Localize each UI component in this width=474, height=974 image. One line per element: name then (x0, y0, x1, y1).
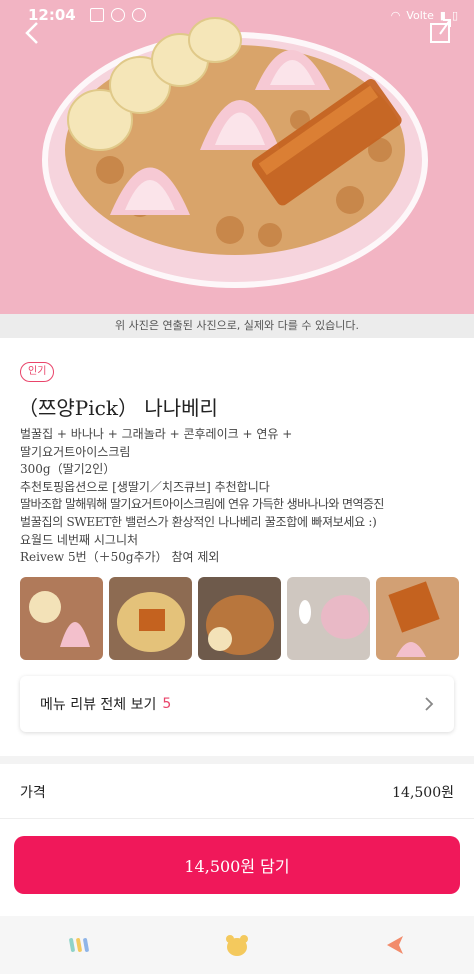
product-description: 벌꿀집 + 바나나 + 그래놀라 + 콘후레이크 + 연유 + 딸기요거트아이스… (20, 426, 460, 567)
bear-icon[interactable] (223, 931, 251, 959)
menu-bars-icon[interactable] (65, 931, 93, 959)
description-line: 요월드 네번째 시그니처 (20, 532, 139, 547)
review-photo-strip (20, 577, 459, 660)
menu-review-link[interactable]: 메뉴 리뷰 전체 보기 5 (20, 676, 454, 732)
description-line: 딸바조합 말해뭐해 딸기요거트아이스크림에 연유 가득한 생바나나와 면역증진 (20, 497, 384, 512)
bottom-navigation (0, 916, 474, 974)
review-photo-thumbnail[interactable] (20, 577, 103, 660)
status-bar: 12:04 ◠ Volte ▮ ▯ (0, 0, 474, 30)
alarm-icon (131, 8, 146, 22)
review-link-label: 메뉴 리뷰 전체 보기 (40, 697, 157, 713)
section-divider (0, 756, 474, 764)
back-arrow-icon[interactable] (18, 18, 48, 48)
description-line: 추천토핑옵션으로 [생딸기／치즈큐브] 추천합니다 (20, 479, 270, 494)
price-label: 가격 (20, 785, 46, 801)
review-photo-thumbnail[interactable] (376, 577, 459, 660)
description-line: 딸기요거트아이스크림 (20, 444, 131, 459)
acai-bowl-illustration (0, 0, 474, 314)
photo-disclaimer: 위 사진은 연출된 사진으로, 실제와 다를 수 있습니다. (0, 314, 474, 338)
arrow-left-icon[interactable] (381, 931, 409, 959)
product-hero-image: 12:04 ◠ Volte ▮ ▯ (0, 0, 474, 314)
product-title: （쯔양Pick） 나나베리 (18, 396, 218, 420)
talk-icon (110, 8, 125, 22)
review-photo-thumbnail[interactable] (109, 577, 192, 660)
add-to-cart-button[interactable]: 14,500원 담기 (14, 836, 460, 894)
price-separator (0, 818, 474, 819)
gallery-icon (89, 8, 104, 22)
description-line: Reivew 5번（＋50g추가） 참여 제외 (20, 550, 220, 565)
price-value: 14,500원 (392, 785, 454, 801)
description-line: 300g（딸기2인） (20, 462, 116, 477)
status-notification-icons (89, 8, 146, 22)
chevron-right-icon (425, 697, 434, 711)
review-photo-thumbnail[interactable] (198, 577, 281, 660)
popular-badge: 인기 (20, 362, 55, 382)
description-line: 벌꿀집의 SWEET한 밸런스가 환상적인 나나베리 꿀조합에 빠져보세요 :) (20, 514, 377, 529)
review-count: 5 (162, 696, 172, 712)
review-photo-thumbnail[interactable] (287, 577, 370, 660)
wifi-icon: ◠ (390, 8, 401, 22)
description-line: 벌꿀집 + 바나나 + 그래놀라 + 콘후레이크 + 연유 + (20, 427, 293, 441)
share-icon[interactable] (428, 16, 454, 44)
